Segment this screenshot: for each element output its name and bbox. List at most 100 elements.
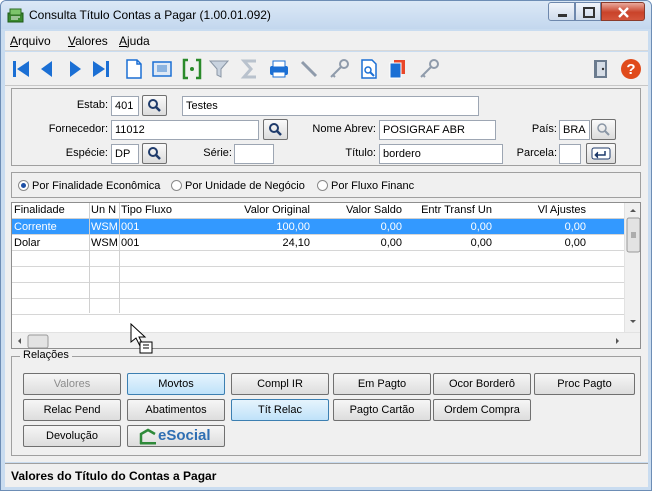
brackets-icon[interactable] (180, 57, 204, 81)
title-bar[interactable]: Consulta Título Contas a Pagar (1.00.01.… (1, 1, 651, 29)
parcela-label: Parcela: (516, 147, 557, 159)
radio-dot-selected (18, 180, 29, 191)
go-button[interactable] (586, 143, 616, 164)
ocor-bordero-button[interactable]: Ocor Borderô (433, 373, 531, 395)
col-un[interactable]: Un N (89, 204, 119, 219)
fornecedor-field[interactable]: 11012 (111, 120, 259, 140)
minimize-button[interactable] (548, 2, 575, 21)
esocial-label: eSocial (158, 427, 211, 444)
filter-icon[interactable] (207, 57, 231, 81)
table-row[interactable]: Dolar WSM 001 24,10 0,00 0,00 0,00 (12, 235, 624, 251)
status-bar: Valores do Título do Contas a Pagar (5, 463, 648, 487)
magnifier-icon (269, 123, 282, 136)
col-finalidade[interactable]: Finalidade (12, 204, 88, 219)
horizontal-scrollbar[interactable] (12, 332, 640, 348)
help-icon[interactable]: ? (619, 57, 643, 81)
pen-icon[interactable] (297, 57, 321, 81)
svg-text:?: ? (626, 61, 635, 78)
table-row[interactable]: Corrente WSM 001 100,00 0,00 0,00 0,00 (12, 219, 624, 235)
cell-tipo: 001 (121, 221, 140, 233)
prev-icon[interactable] (35, 57, 59, 81)
vertical-scrollbar[interactable] (624, 203, 640, 332)
especie-zoom-button[interactable] (142, 143, 167, 164)
menu-valores[interactable]: Valores (68, 34, 108, 48)
close-icon (618, 7, 629, 18)
preview-icon[interactable] (357, 57, 381, 81)
pais-field[interactable]: BRA (559, 120, 590, 140)
radio-unidade[interactable]: Por Unidade de Negócio (171, 180, 305, 192)
esocial-button[interactable]: eSocial (127, 425, 225, 447)
abatimentos-button[interactable]: Abatimentos (127, 399, 225, 421)
nome-abrev-field[interactable]: POSIGRAF ABR (379, 120, 496, 140)
cell-tipo: 001 (121, 237, 140, 249)
col-vl-ajustes[interactable]: Vl Ajustes (496, 204, 590, 219)
values-grid[interactable]: Finalidade Un N Tipo Fluxo Valor Origina… (11, 202, 641, 349)
sum-icon[interactable] (238, 57, 262, 81)
menu-ajuda-label: juda (127, 34, 150, 48)
cell-un: WSM (91, 221, 118, 233)
cell-valor-original: 24,10 (282, 237, 310, 249)
radio-finalidade[interactable]: Por Finalidade Econômica (18, 180, 160, 192)
valores-button[interactable]: Valores (23, 373, 121, 395)
col-divider (89, 203, 90, 313)
serie-field[interactable] (234, 144, 274, 164)
fornecedor-zoom-button[interactable] (263, 119, 288, 140)
last-icon[interactable] (89, 57, 113, 81)
col-divider (119, 203, 120, 313)
estab-field[interactable]: 401 (111, 96, 139, 116)
maximize-button[interactable] (575, 2, 601, 21)
new-doc-icon[interactable] (122, 57, 146, 81)
radio-dot (317, 180, 328, 191)
em-pagto-button[interactable]: Em Pagto (333, 373, 431, 395)
cell-valor-original: 100,00 (276, 221, 310, 233)
radio-finalidade-label: Por Finalidade Econômica (32, 180, 161, 192)
tit-relac-button[interactable]: Tít Relac (231, 399, 329, 421)
radio-fluxo[interactable]: Por Fluxo Financ (317, 180, 414, 192)
menu-arquivo-mnemonic: A (10, 34, 19, 48)
col-tipo-fluxo[interactable]: Tipo Fluxo (119, 204, 229, 219)
menu-ajuda[interactable]: Ajuda (119, 34, 150, 48)
copy-icon[interactable] (385, 57, 409, 81)
app-icon (7, 8, 24, 23)
exit-icon[interactable] (589, 57, 613, 81)
col-valor-saldo[interactable]: Valor Saldo (314, 204, 406, 219)
print-icon[interactable] (267, 57, 291, 81)
estab-zoom-button[interactable] (142, 95, 167, 116)
grid-header: Finalidade Un N Tipo Fluxo Valor Origina… (12, 203, 624, 219)
ordem-compra-button[interactable]: Ordem Compra (433, 399, 531, 421)
next-icon[interactable] (63, 57, 87, 81)
vertical-scrollbar-graphic (626, 209, 640, 323)
estab-description-field[interactable]: Testes (182, 96, 479, 116)
key2-icon[interactable] (417, 57, 441, 81)
compl-ir-button[interactable]: Compl IR (231, 373, 329, 395)
table-row-empty (12, 251, 624, 267)
relac-pend-button[interactable]: Relac Pend (23, 399, 121, 421)
pais-zoom-button[interactable] (591, 119, 616, 140)
pagto-cartao-button[interactable]: Pagto Cartão (333, 399, 431, 421)
menu-ajuda-mnemonic: A (119, 34, 128, 48)
first-icon[interactable] (9, 57, 33, 81)
key-icon[interactable] (327, 57, 351, 81)
maximize-icon (583, 7, 595, 18)
menu-arquivo[interactable]: Arquivo (10, 34, 51, 48)
app-window: Consulta Título Contas a Pagar (1.00.01.… (0, 0, 652, 491)
table-row-empty (12, 267, 624, 283)
proc-pagto-button[interactable]: Proc Pagto (534, 373, 635, 395)
devolucao-button[interactable]: Devolução (23, 425, 121, 447)
col-valor-original[interactable]: Valor Original (230, 204, 314, 219)
cell-ajustes: 0,00 (564, 237, 586, 249)
titulo-field[interactable]: bordero (379, 144, 503, 164)
parcela-field[interactable] (559, 144, 581, 164)
screen-icon[interactable] (150, 57, 174, 81)
minimize-icon (558, 14, 567, 17)
cell-entr: 0,00 (470, 237, 492, 249)
header-form: Estab: 401 Testes Fornecedor: 11012 Nome… (11, 88, 641, 166)
especie-field[interactable]: DP (111, 144, 139, 164)
movtos-button[interactable]: Movtos (127, 373, 225, 395)
magnifier-icon (597, 123, 610, 136)
window-title: Consulta Título Contas a Pagar (1.00.01.… (29, 8, 271, 22)
close-button[interactable] (601, 2, 645, 21)
relacoes-title: Relações (20, 349, 72, 361)
cell-finalidade: Dolar (14, 237, 41, 249)
col-entr-transf[interactable]: Entr Transf Un (406, 204, 496, 219)
